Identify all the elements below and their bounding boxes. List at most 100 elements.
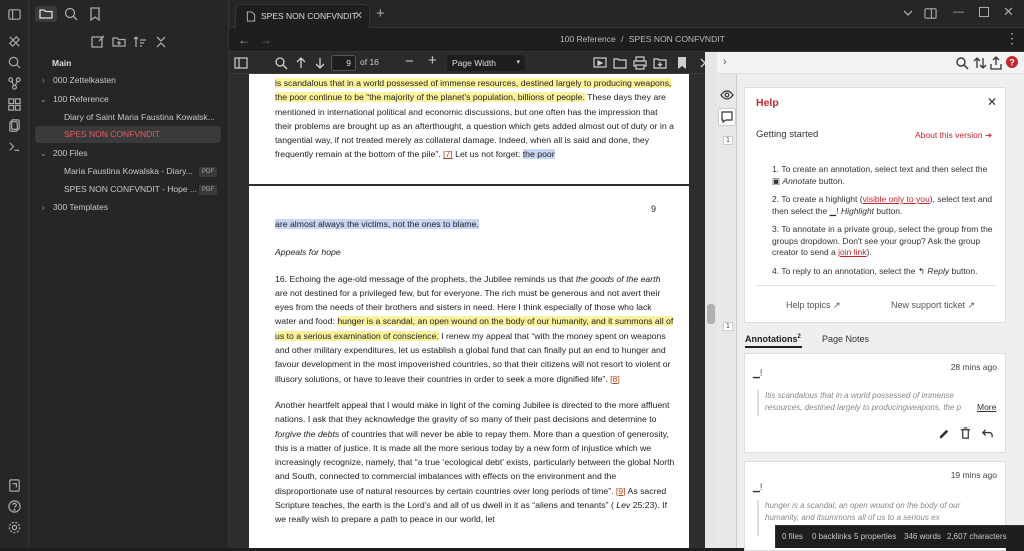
save-icon[interactable]	[653, 56, 667, 70]
help-icon[interactable]	[7, 499, 22, 514]
zoom-select[interactable]: Page Width ▾	[447, 55, 525, 71]
active-tab-indicator	[745, 346, 802, 348]
graph-tools-icon[interactable]	[7, 34, 22, 49]
presentation-icon[interactable]	[593, 56, 607, 70]
external-link-icon: ↗	[833, 300, 841, 310]
folder-200-files[interactable]: ⌄ 200 Files	[29, 145, 229, 162]
edit-pencil-icon[interactable]	[938, 427, 951, 440]
file-spes-non-confvndit[interactable]: SPES NON CONFVNDIT	[29, 126, 229, 143]
close-tab-icon[interactable]: ✕	[354, 9, 363, 22]
support-ticket-link[interactable]: New support ticket ↗	[891, 300, 975, 311]
folder-100-reference[interactable]: ⌄ 100 Reference	[29, 91, 229, 108]
left-ribbon	[0, 0, 29, 548]
maximize-icon[interactable]	[979, 7, 989, 17]
new-tab-icon[interactable]: +	[376, 5, 385, 22]
vault-icon[interactable]	[7, 478, 22, 493]
about-version-link[interactable]: About this version ➔	[915, 130, 992, 141]
annotation-toggle-icon[interactable]	[718, 108, 736, 126]
new-note-icon[interactable]	[90, 34, 108, 50]
forward-arrow-icon[interactable]: →	[260, 33, 272, 47]
search-icon[interactable]	[7, 55, 22, 70]
file-diary-pdf[interactable]: Maria Faustina Kowalska - Diary... PDF	[29, 163, 229, 180]
tab-spes-non-confvndit[interactable]: SPES NON CONFVNDIT ✕	[235, 4, 370, 28]
pdf-viewer[interactable]: is scandalous that in a world possessed …	[229, 74, 705, 548]
close-icon[interactable]: ✕	[987, 95, 997, 109]
sidebar-toggle-icon[interactable]	[234, 56, 248, 70]
chevron-right-icon[interactable]: ›	[723, 56, 727, 68]
status-backlinks[interactable]: 0 backlinks	[812, 532, 852, 541]
annotation-timestamp[interactable]: 28 mins ago	[951, 362, 997, 372]
scrollbar-thumb[interactable]	[707, 304, 715, 324]
annotation-card[interactable]: ▁! 28 mins ago Itis scandalous that in a…	[744, 353, 1006, 453]
copy-icon[interactable]	[7, 118, 22, 133]
eye-icon[interactable]	[720, 88, 734, 102]
footnote-link[interactable]: [7]	[443, 149, 453, 159]
folder-000-zettelkasten[interactable]: › 000 Zettelkasten	[29, 72, 229, 89]
visible-only-link[interactable]: visible only to you	[863, 194, 930, 204]
canvas-icon[interactable]	[7, 97, 22, 112]
files-folder-icon[interactable]	[35, 6, 57, 22]
arrow-down-icon[interactable]	[313, 56, 327, 70]
folder-300-templates[interactable]: › 300 Templates	[29, 199, 229, 216]
help-topics-link[interactable]: Help topics ↗	[786, 300, 841, 311]
footnote-link[interactable]: [9]	[616, 486, 626, 496]
annotation-count-badge[interactable]: 1	[723, 322, 733, 331]
file-icon	[246, 11, 256, 22]
selection: are almost always the victims, not the o…	[275, 219, 479, 229]
graph-view-icon[interactable]	[7, 76, 22, 91]
delete-trash-icon[interactable]	[959, 427, 972, 440]
sidebar-toggle-icon[interactable]	[7, 7, 22, 22]
page-number-input[interactable]: 9	[331, 55, 356, 71]
settings-gear-icon[interactable]	[7, 520, 22, 535]
paragraph: are almost always the victims, not the o…	[275, 219, 675, 525]
tab-bar: SPES NON CONFVNDIT ✕ + — ✕	[229, 0, 1024, 28]
zoom-in-icon[interactable]: +	[428, 52, 437, 69]
pdf-badge: PDF	[199, 167, 217, 177]
pdf-badge: PDF	[199, 185, 217, 195]
terminal-icon[interactable]	[7, 139, 22, 154]
more-options-icon[interactable]: ⋮	[1005, 30, 1019, 47]
breadcrumb-file[interactable]: SPES NON CONFVNDIT	[629, 34, 725, 44]
bookmark-icon[interactable]	[87, 6, 105, 22]
sort-icon[interactable]	[973, 56, 987, 70]
annotation-timestamp[interactable]: 19 mins ago	[951, 470, 997, 480]
highlight-icon: ▁!	[829, 205, 839, 216]
arrow-up-icon[interactable]	[294, 56, 308, 70]
breadcrumb: 100 Reference / SPES NON CONFVNDIT	[560, 34, 725, 44]
minimize-icon[interactable]: —	[953, 6, 964, 18]
close-window-icon[interactable]: ✕	[1003, 4, 1014, 20]
print-icon[interactable]	[633, 56, 647, 70]
breadcrumb-folder[interactable]: 100 Reference	[560, 34, 616, 44]
more-link[interactable]: More	[977, 402, 997, 412]
open-file-icon[interactable]	[613, 56, 627, 70]
annotation-sidebar: › ? 1 1 Help ✕ Getting started About thi…	[717, 52, 1024, 551]
search-icon[interactable]	[63, 6, 81, 22]
search-icon[interactable]	[955, 56, 969, 70]
footnote-link[interactable]: [8]	[610, 374, 620, 384]
file-diary-note[interactable]: Diary of Saint Maria Faustina Kowalsk...	[29, 109, 229, 126]
file-spes-pdf[interactable]: SPES NON CONFVNDIT - Hope ... PDF	[29, 181, 229, 198]
status-characters: 2,607 characters	[947, 532, 1007, 541]
vault-root[interactable]: Main	[29, 55, 229, 72]
pdf-scrollbar[interactable]	[705, 52, 717, 548]
sort-icon[interactable]	[132, 34, 150, 50]
search-icon[interactable]	[274, 56, 288, 70]
tab-annotations[interactable]: Annotations2	[745, 334, 801, 344]
chevron-down-icon[interactable]	[902, 7, 914, 19]
getting-started-label: Getting started	[756, 129, 819, 140]
annotate-icon: ▣	[772, 175, 781, 186]
status-words: 346 words	[904, 532, 941, 541]
bookmark-icon[interactable]	[675, 56, 689, 70]
right-sidebar-toggle-icon[interactable]	[924, 7, 937, 20]
zoom-out-icon[interactable]: −	[405, 53, 414, 70]
tab-page-notes[interactable]: Page Notes	[822, 334, 869, 344]
help-circle-icon[interactable]: ?	[1005, 55, 1019, 69]
join-link[interactable]: join link	[838, 247, 866, 257]
annotation-count-badge[interactable]: 1	[723, 136, 733, 145]
reply-icon[interactable]	[981, 427, 994, 440]
page-count: of 16	[360, 57, 379, 67]
back-arrow-icon[interactable]: ←	[238, 33, 250, 47]
collapse-all-icon[interactable]	[153, 34, 171, 50]
new-folder-icon[interactable]	[111, 34, 129, 50]
share-icon[interactable]	[989, 56, 1003, 70]
